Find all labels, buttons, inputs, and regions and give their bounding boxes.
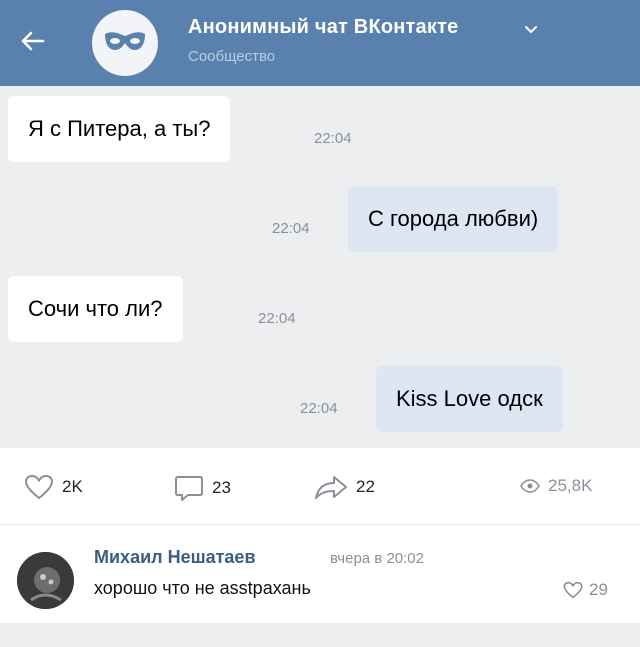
comment-item: Михаил Нешатаев вчера в 20:02 хорошо что… xyxy=(0,525,640,623)
message-time: 22:04 xyxy=(314,130,352,147)
message-text: Я с Питера, а ты? xyxy=(28,116,211,141)
comment-like-button[interactable]: 29 xyxy=(563,580,608,600)
like-button[interactable]: 2K xyxy=(24,474,83,500)
post-stats-bar: 2K 23 22 25,8K xyxy=(0,448,640,525)
message-bubble-outgoing[interactable]: Kiss Love одск xyxy=(376,366,563,432)
page-title[interactable]: Анонимный чат ВКонтакте xyxy=(188,16,458,39)
avatar[interactable] xyxy=(17,552,74,609)
comment-text: хорошо что не asstрахань xyxy=(94,578,311,598)
message-text: Kiss Love одск xyxy=(396,386,543,411)
views-count: 25,8K xyxy=(548,476,593,495)
comment-like-count: 29 xyxy=(589,580,608,599)
message-time: 22:04 xyxy=(300,400,338,417)
chat-header: Анонимный чат ВКонтакте Сообщество xyxy=(0,0,640,86)
message-bubble-incoming[interactable]: Сочи что ли? xyxy=(8,276,183,342)
comment-author[interactable]: Михаил Нешатаев xyxy=(94,547,256,568)
comment-date: вчера в 20:02 xyxy=(330,550,424,567)
heart-icon xyxy=(563,581,583,599)
comment-icon xyxy=(175,476,203,501)
eye-icon xyxy=(520,479,540,493)
page-subtitle: Сообщество xyxy=(188,48,276,65)
chevron-down-icon[interactable] xyxy=(524,22,538,38)
message-time: 22:04 xyxy=(272,220,310,237)
heart-icon xyxy=(24,474,54,500)
comment-count: 23 xyxy=(212,478,231,497)
comment-button[interactable]: 23 xyxy=(174,474,231,502)
message-text: Сочи что ли? xyxy=(28,296,163,321)
share-button[interactable]: 22 xyxy=(314,474,375,500)
message-bubble-incoming[interactable]: Я с Питера, а ты? xyxy=(8,96,231,162)
share-count: 22 xyxy=(356,477,375,496)
views-counter: 25,8K xyxy=(520,476,592,496)
message-bubble-outgoing[interactable]: С города любви) xyxy=(348,186,559,252)
arrow-left-icon[interactable] xyxy=(18,26,48,56)
share-icon xyxy=(315,476,347,499)
like-count: 2K xyxy=(62,477,83,496)
message-text: С города любви) xyxy=(368,206,539,231)
mask-icon xyxy=(105,32,145,50)
page-footer xyxy=(0,623,640,647)
community-avatar[interactable] xyxy=(92,10,158,76)
chat-area: Я с Питера, а ты? 22:04 С города любви) … xyxy=(0,86,640,448)
message-time: 22:04 xyxy=(258,310,296,327)
